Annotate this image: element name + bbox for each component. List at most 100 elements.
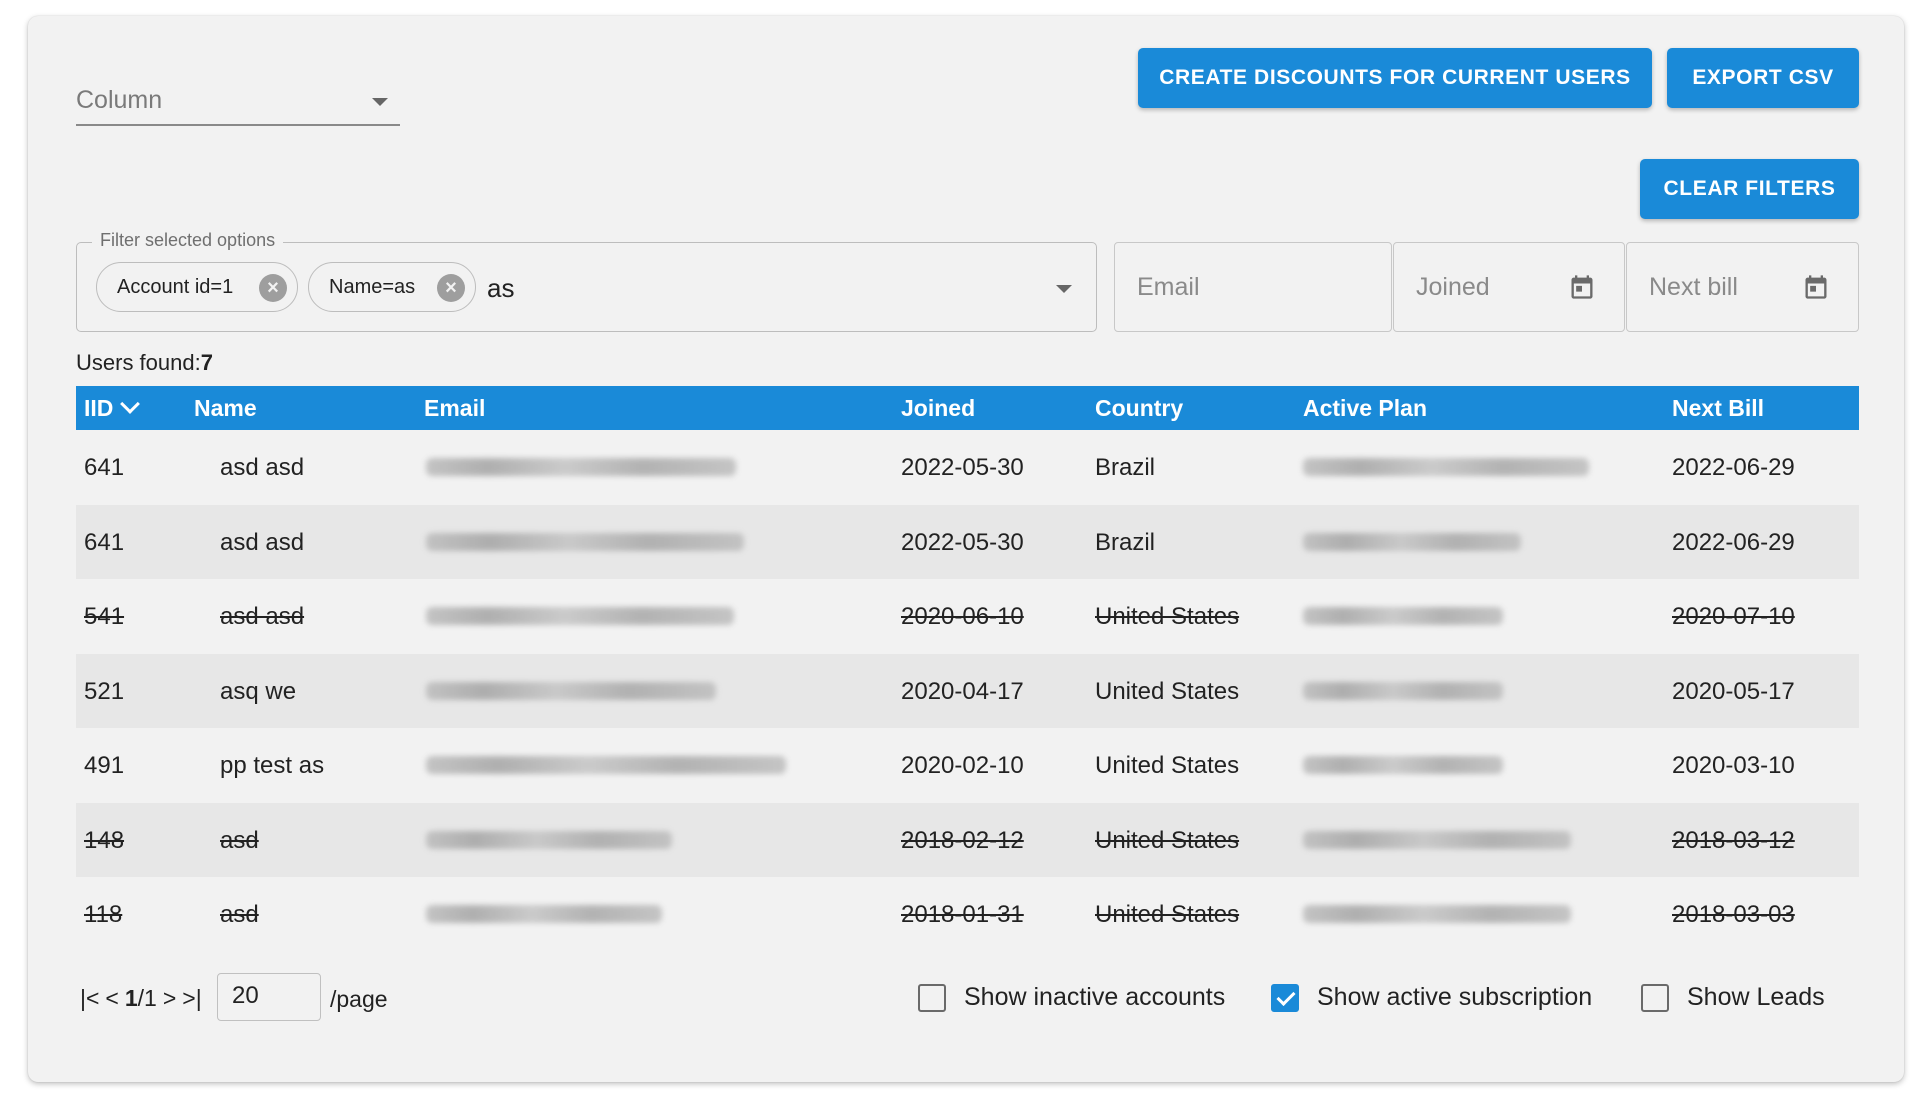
cell-email-redacted	[426, 681, 716, 700]
cell-joined: 2018-01-31	[901, 901, 1024, 928]
clear-filters-button[interactable]: CLEAR FILTERS	[1640, 159, 1859, 219]
checkbox-label: Show Leads	[1687, 983, 1825, 1011]
header-active-plan[interactable]: Active Plan	[1303, 395, 1427, 422]
cell-country: United States	[1095, 826, 1240, 854]
cell-next-bill: 2020-05-17	[1672, 677, 1795, 705]
table-row[interactable]: 118 asd 2018-01-31 United States 2018-03-03	[76, 877, 1859, 952]
header-name[interactable]: Name	[194, 395, 257, 422]
cell-iid: 541	[84, 603, 125, 630]
cell-next-bill: 2020-03-10	[1672, 752, 1795, 779]
checkbox[interactable]	[1271, 983, 1299, 1012]
header-next-bill[interactable]: Next Bill	[1672, 395, 1764, 422]
checkbox-label: Show active subscription	[1317, 983, 1593, 1011]
cell-joined: 2020-04-17	[901, 677, 1024, 705]
show-active-subscription-toggle[interactable]: Show active subscription	[1271, 983, 1592, 1012]
cell-plan-redacted	[1303, 607, 1503, 625]
cell-plan-redacted	[1303, 830, 1571, 849]
cell-next-bill: 2020-07-10	[1672, 603, 1795, 630]
cell-next-bill: 2022-06-29	[1672, 454, 1795, 481]
users-found-count: Users found:7	[76, 350, 213, 376]
cell-iid: 491	[84, 752, 125, 779]
cell-country: United States	[1095, 677, 1240, 705]
table-body: 641 asd asd 2022-05-30 Brazil 2022-06-29 641 a…	[76, 430, 1859, 952]
cell-name: asd	[220, 826, 259, 854]
cell-name: asd	[220, 901, 259, 928]
export-csv-button[interactable]: EXPORT CSV	[1667, 48, 1859, 108]
sort-desc-icon[interactable]	[120, 394, 141, 414]
cell-plan-redacted	[1303, 681, 1503, 700]
header-email[interactable]: Email	[424, 395, 485, 422]
chevron-down-icon[interactable]	[1056, 285, 1072, 293]
email-field[interactable]: Email	[1114, 242, 1392, 332]
users-found-label: Users found:	[76, 350, 201, 375]
cell-name: pp test as	[220, 752, 325, 779]
cell-country: United States	[1095, 901, 1240, 928]
cell-iid: 148	[84, 826, 125, 854]
cell-email-redacted	[426, 905, 662, 923]
page-size-input[interactable]: 20	[217, 973, 321, 1021]
header-joined[interactable]: Joined	[901, 395, 975, 422]
cell-iid: 641	[84, 528, 125, 556]
cell-plan-redacted	[1303, 905, 1571, 923]
cell-joined: 2020-06-10	[901, 603, 1024, 630]
table-row[interactable]: 641 asd asd 2022-05-30 Brazil 2022-06-29	[76, 430, 1859, 505]
cell-iid: 641	[84, 454, 125, 481]
table-row[interactable]: 491 pp test as 2020-02-10 United States 2020…	[76, 728, 1859, 803]
cell-next-bill: 2022-06-29	[1672, 528, 1795, 556]
cell-name: asd asd	[220, 454, 305, 481]
table-row[interactable]: 148 asd 2018-02-12 United States 2018-03-12	[76, 802, 1859, 877]
cell-name: asd asd	[220, 603, 305, 630]
header-label: IID	[84, 395, 114, 421]
next-bill-placeholder: Next bill	[1649, 273, 1738, 301]
filter-chip-account-id[interactable]: Account id=1 ×	[96, 262, 298, 312]
table-row[interactable]: 641 asd asd 2022-05-30 Brazil 2022-06-29	[76, 504, 1859, 579]
filter-chip-name[interactable]: Name=as ×	[308, 262, 476, 312]
close-icon[interactable]: ×	[259, 274, 287, 302]
joined-placeholder: Joined	[1416, 273, 1490, 301]
cell-email-redacted	[426, 756, 786, 774]
header-iid[interactable]: IID	[84, 394, 141, 422]
create-discounts-button[interactable]: CREATE DISCOUNTS FOR CURRENT USERS	[1138, 48, 1652, 108]
cell-plan-redacted	[1303, 756, 1503, 774]
filter-legend: Filter selected options	[92, 230, 284, 251]
cell-joined: 2020-02-10	[901, 752, 1024, 779]
cell-joined: 2022-05-30	[901, 528, 1024, 556]
joined-date-field[interactable]: Joined	[1393, 242, 1625, 332]
cell-plan-redacted	[1303, 532, 1521, 551]
email-placeholder: Email	[1137, 273, 1200, 301]
close-icon[interactable]: ×	[437, 274, 465, 302]
chip-label: Name=as	[329, 275, 416, 298]
per-page-label: /page	[330, 986, 388, 1012]
chip-label: Account id=1	[117, 275, 234, 298]
table-row[interactable]: 541 asd asd 2020-06-10 United States 2020-07…	[76, 579, 1859, 654]
table-row[interactable]: 521 asq we 2020-04-17 United States 2020-05-…	[76, 653, 1859, 728]
next-page-button[interactable]: >	[163, 985, 176, 1012]
cell-plan-redacted	[1303, 458, 1589, 476]
checkbox[interactable]	[918, 983, 946, 1012]
last-page-button[interactable]: >|	[182, 985, 201, 1012]
calendar-icon[interactable]	[1802, 271, 1830, 303]
prev-page-button[interactable]: <	[105, 985, 118, 1012]
next-bill-date-field[interactable]: Next bill	[1626, 242, 1859, 332]
cell-joined: 2018-02-12	[901, 826, 1024, 854]
cell-email-redacted	[426, 830, 672, 849]
cell-country: United States	[1095, 752, 1240, 779]
column-select[interactable]: Column	[76, 78, 400, 126]
cell-iid: 521	[84, 677, 125, 705]
table-header: IID Name Email Joined Country Active Pla…	[76, 386, 1859, 430]
cell-iid: 118	[84, 901, 123, 928]
calendar-icon[interactable]	[1568, 271, 1596, 303]
show-leads-toggle[interactable]: Show Leads	[1641, 983, 1825, 1012]
column-select-label: Column	[76, 86, 163, 114]
cell-next-bill: 2018-03-03	[1672, 901, 1795, 928]
checkbox[interactable]	[1641, 983, 1669, 1012]
show-inactive-toggle[interactable]: Show inactive accounts	[918, 983, 1225, 1012]
header-country[interactable]: Country	[1095, 395, 1183, 422]
cell-email-redacted	[426, 458, 736, 476]
users-found-value: 7	[200, 350, 213, 375]
cell-next-bill: 2018-03-12	[1672, 826, 1795, 854]
cell-email-redacted	[426, 532, 744, 551]
filter-input[interactable]: as	[487, 273, 514, 304]
cell-email-redacted	[426, 607, 734, 625]
first-page-button[interactable]: |<	[80, 985, 99, 1012]
